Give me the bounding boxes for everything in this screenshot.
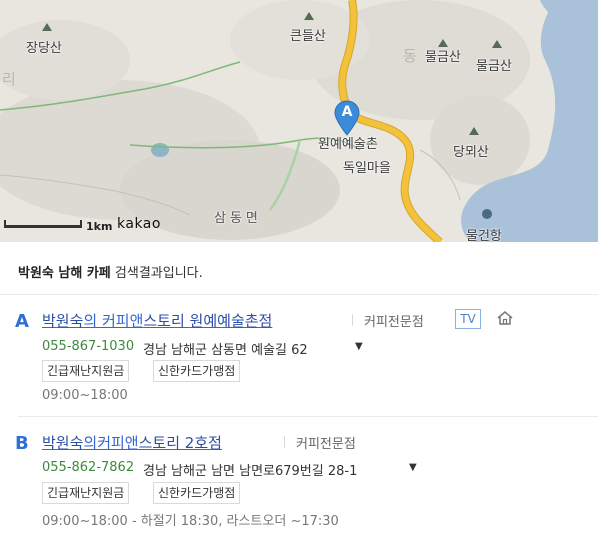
result-letter-b: B (15, 433, 29, 454)
divider (0, 294, 598, 295)
result-address-b: 경남 남해군 남면 남면로679번길 28-1 (143, 464, 358, 479)
map-label: 삼동면 (214, 211, 262, 226)
search-query: 박원숙 남해 카페 (18, 266, 111, 281)
map-label: 독일마을 (343, 161, 391, 176)
result-hours-a: 09:00~18:00 (42, 388, 128, 403)
map-label: 장당산 (26, 41, 62, 56)
result-letter-a: A (15, 311, 29, 332)
result-tag: 긴급재난지원금 (42, 360, 130, 382)
home-icon[interactable] (496, 309, 514, 327)
separator (352, 314, 353, 326)
result-tag: 신한카드가맹점 (153, 360, 241, 382)
result-tag: 긴급재난지원금 (42, 482, 130, 504)
map-view[interactable]: 장당산 큰들산 동 물금산 물금산 리 원예예술촌 독일마을 당뫼산 삼동면 물… (0, 0, 598, 242)
result-category-a: 커피전문점 (364, 315, 424, 330)
map-label: 리 (2, 70, 16, 88)
address-expand-icon[interactable]: ▼ (355, 341, 363, 352)
result-address-a: 경남 남해군 삼동면 예술길 62 (143, 343, 308, 358)
result-hours-b: 09:00~18:00 - 하절기 18:30, 라스트오더 ~17:30 (42, 514, 339, 529)
home-icon-svg (497, 311, 513, 325)
map-label: 물금산 (476, 59, 512, 74)
map-marker-a[interactable]: A (333, 100, 361, 136)
mountain-peak-icon (42, 23, 52, 31)
map-label: 물건항 (466, 229, 502, 242)
search-summary-suffix: 검색결과입니다. (110, 266, 203, 281)
map-label: 물금산 (425, 50, 461, 65)
divider (18, 416, 598, 417)
result-phone-a[interactable]: 055-867-1030 (42, 339, 134, 354)
result-tag: 신한카드가맹점 (153, 482, 241, 504)
tv-badge[interactable]: TV (455, 309, 481, 329)
search-summary: 박원숙 남해 카페 검색결과입니다. (18, 262, 203, 281)
result-phone-b[interactable]: 055-862-7862 (42, 460, 134, 475)
separator (284, 436, 285, 448)
mountain-peak-icon (492, 40, 502, 48)
map-marker-letter: A (341, 104, 353, 120)
result-category-b: 커피전문점 (296, 437, 356, 452)
scale-label: 1km (86, 220, 113, 233)
map-brand-logo: kakao (117, 216, 161, 232)
map-label: 당뫼산 (453, 145, 489, 160)
result-title-link-b[interactable]: 박원숙의커피앤스토리 2호점 (42, 432, 222, 453)
address-expand-icon[interactable]: ▼ (409, 462, 417, 473)
map-label: 큰들산 (290, 29, 326, 44)
map-label: 동 (403, 47, 417, 65)
scale-bar (4, 220, 82, 228)
mountain-peak-icon (469, 127, 479, 135)
result-title-link-a[interactable]: 박원숙의 커피앤스토리 원예예술촌점 (42, 310, 272, 331)
mountain-peak-icon (304, 12, 314, 20)
